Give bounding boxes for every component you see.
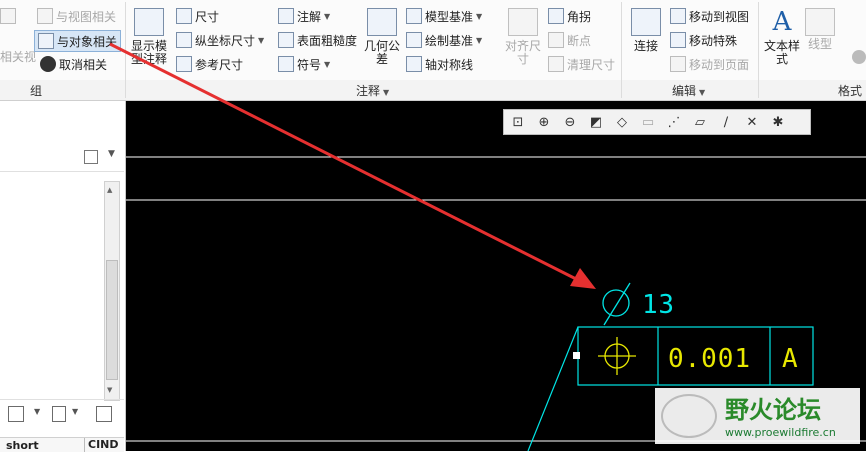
leader-line [527, 326, 579, 451]
diameter-symbol-icon [602, 289, 630, 317]
dimension-text[interactable]: 13 [642, 290, 674, 320]
diameter-slash [603, 282, 631, 326]
drawing-overlay: 13 0.001 A [109, 42, 866, 451]
tolerance-value: 0.001 [668, 344, 750, 374]
watermark-logo-icon [661, 394, 717, 438]
drag-handle[interactable] [573, 352, 580, 359]
watermark-name: 野火论坛 [725, 396, 821, 424]
forum-watermark: 野火论坛 www.proewildfire.cn [655, 388, 860, 444]
watermark-url: www.proewildfire.cn [725, 426, 836, 439]
red-arrow-line [109, 42, 587, 286]
datum-reference: A [782, 344, 798, 374]
